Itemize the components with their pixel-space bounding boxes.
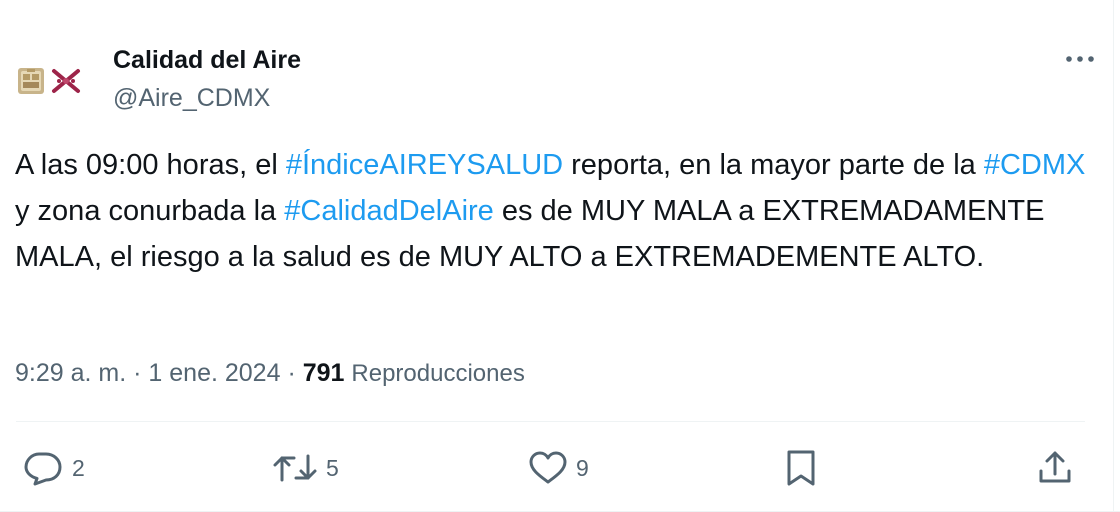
tweet-date[interactable]: 1 ene. 2024 <box>148 359 280 387</box>
more-options-button[interactable] <box>1060 44 1100 74</box>
hashtag-link-calidaddelaire[interactable]: #CalidadDelAire <box>284 195 494 227</box>
tweet-text-segment: A las 09:00 horas, el <box>15 149 286 181</box>
bookmark-icon <box>784 449 818 487</box>
hashtag-link-indiceaireysalud[interactable]: #ÍndiceAIREYSALUD <box>286 149 563 181</box>
display-name[interactable]: Calidad del Aire <box>113 42 301 78</box>
meta-separator: · <box>133 359 142 387</box>
tweet-text: A las 09:00 horas, el #ÍndiceAIREYSALUD … <box>15 142 1095 280</box>
retweet-count: 5 <box>326 454 339 481</box>
divider <box>16 421 1085 422</box>
heart-icon <box>528 450 568 486</box>
tweet-time[interactable]: 9:29 a. m. <box>15 359 126 387</box>
hashtag-link-cdmx[interactable]: #CDMX <box>984 149 1086 181</box>
avatar[interactable] <box>16 52 92 110</box>
share-icon <box>1036 449 1074 487</box>
views-label[interactable]: Reproducciones <box>351 360 524 387</box>
share-button[interactable] <box>1036 444 1074 492</box>
bookmark-button[interactable] <box>784 444 818 492</box>
user-handle[interactable]: @Aire_CDMX <box>113 80 301 116</box>
tweet-meta: 9:29 a. m. · 1 ene. 2024 · 791 Reproducc… <box>15 355 525 392</box>
cdmx-logo-icon <box>50 65 82 97</box>
retweet-icon <box>272 450 318 486</box>
coat-of-arms-icon <box>16 66 46 96</box>
action-bar: 2 5 9 <box>0 440 1120 496</box>
like-count: 9 <box>576 454 589 481</box>
reply-icon <box>22 450 64 486</box>
more-icon <box>1065 50 1095 68</box>
reply-count: 2 <box>72 454 85 481</box>
user-info: Calidad del Aire @Aire_CDMX <box>113 42 301 116</box>
tweet-header: Calidad del Aire @Aire_CDMX <box>16 36 1104 126</box>
tweet-text-segment: reporta, en la mayor parte de la <box>563 149 984 181</box>
like-button[interactable]: 9 <box>528 444 589 492</box>
retweet-button[interactable]: 5 <box>272 444 339 492</box>
meta-separator: · <box>287 359 296 387</box>
views-count[interactable]: 791 <box>303 359 345 387</box>
reply-button[interactable]: 2 <box>22 444 85 492</box>
column-border <box>1113 0 1114 512</box>
